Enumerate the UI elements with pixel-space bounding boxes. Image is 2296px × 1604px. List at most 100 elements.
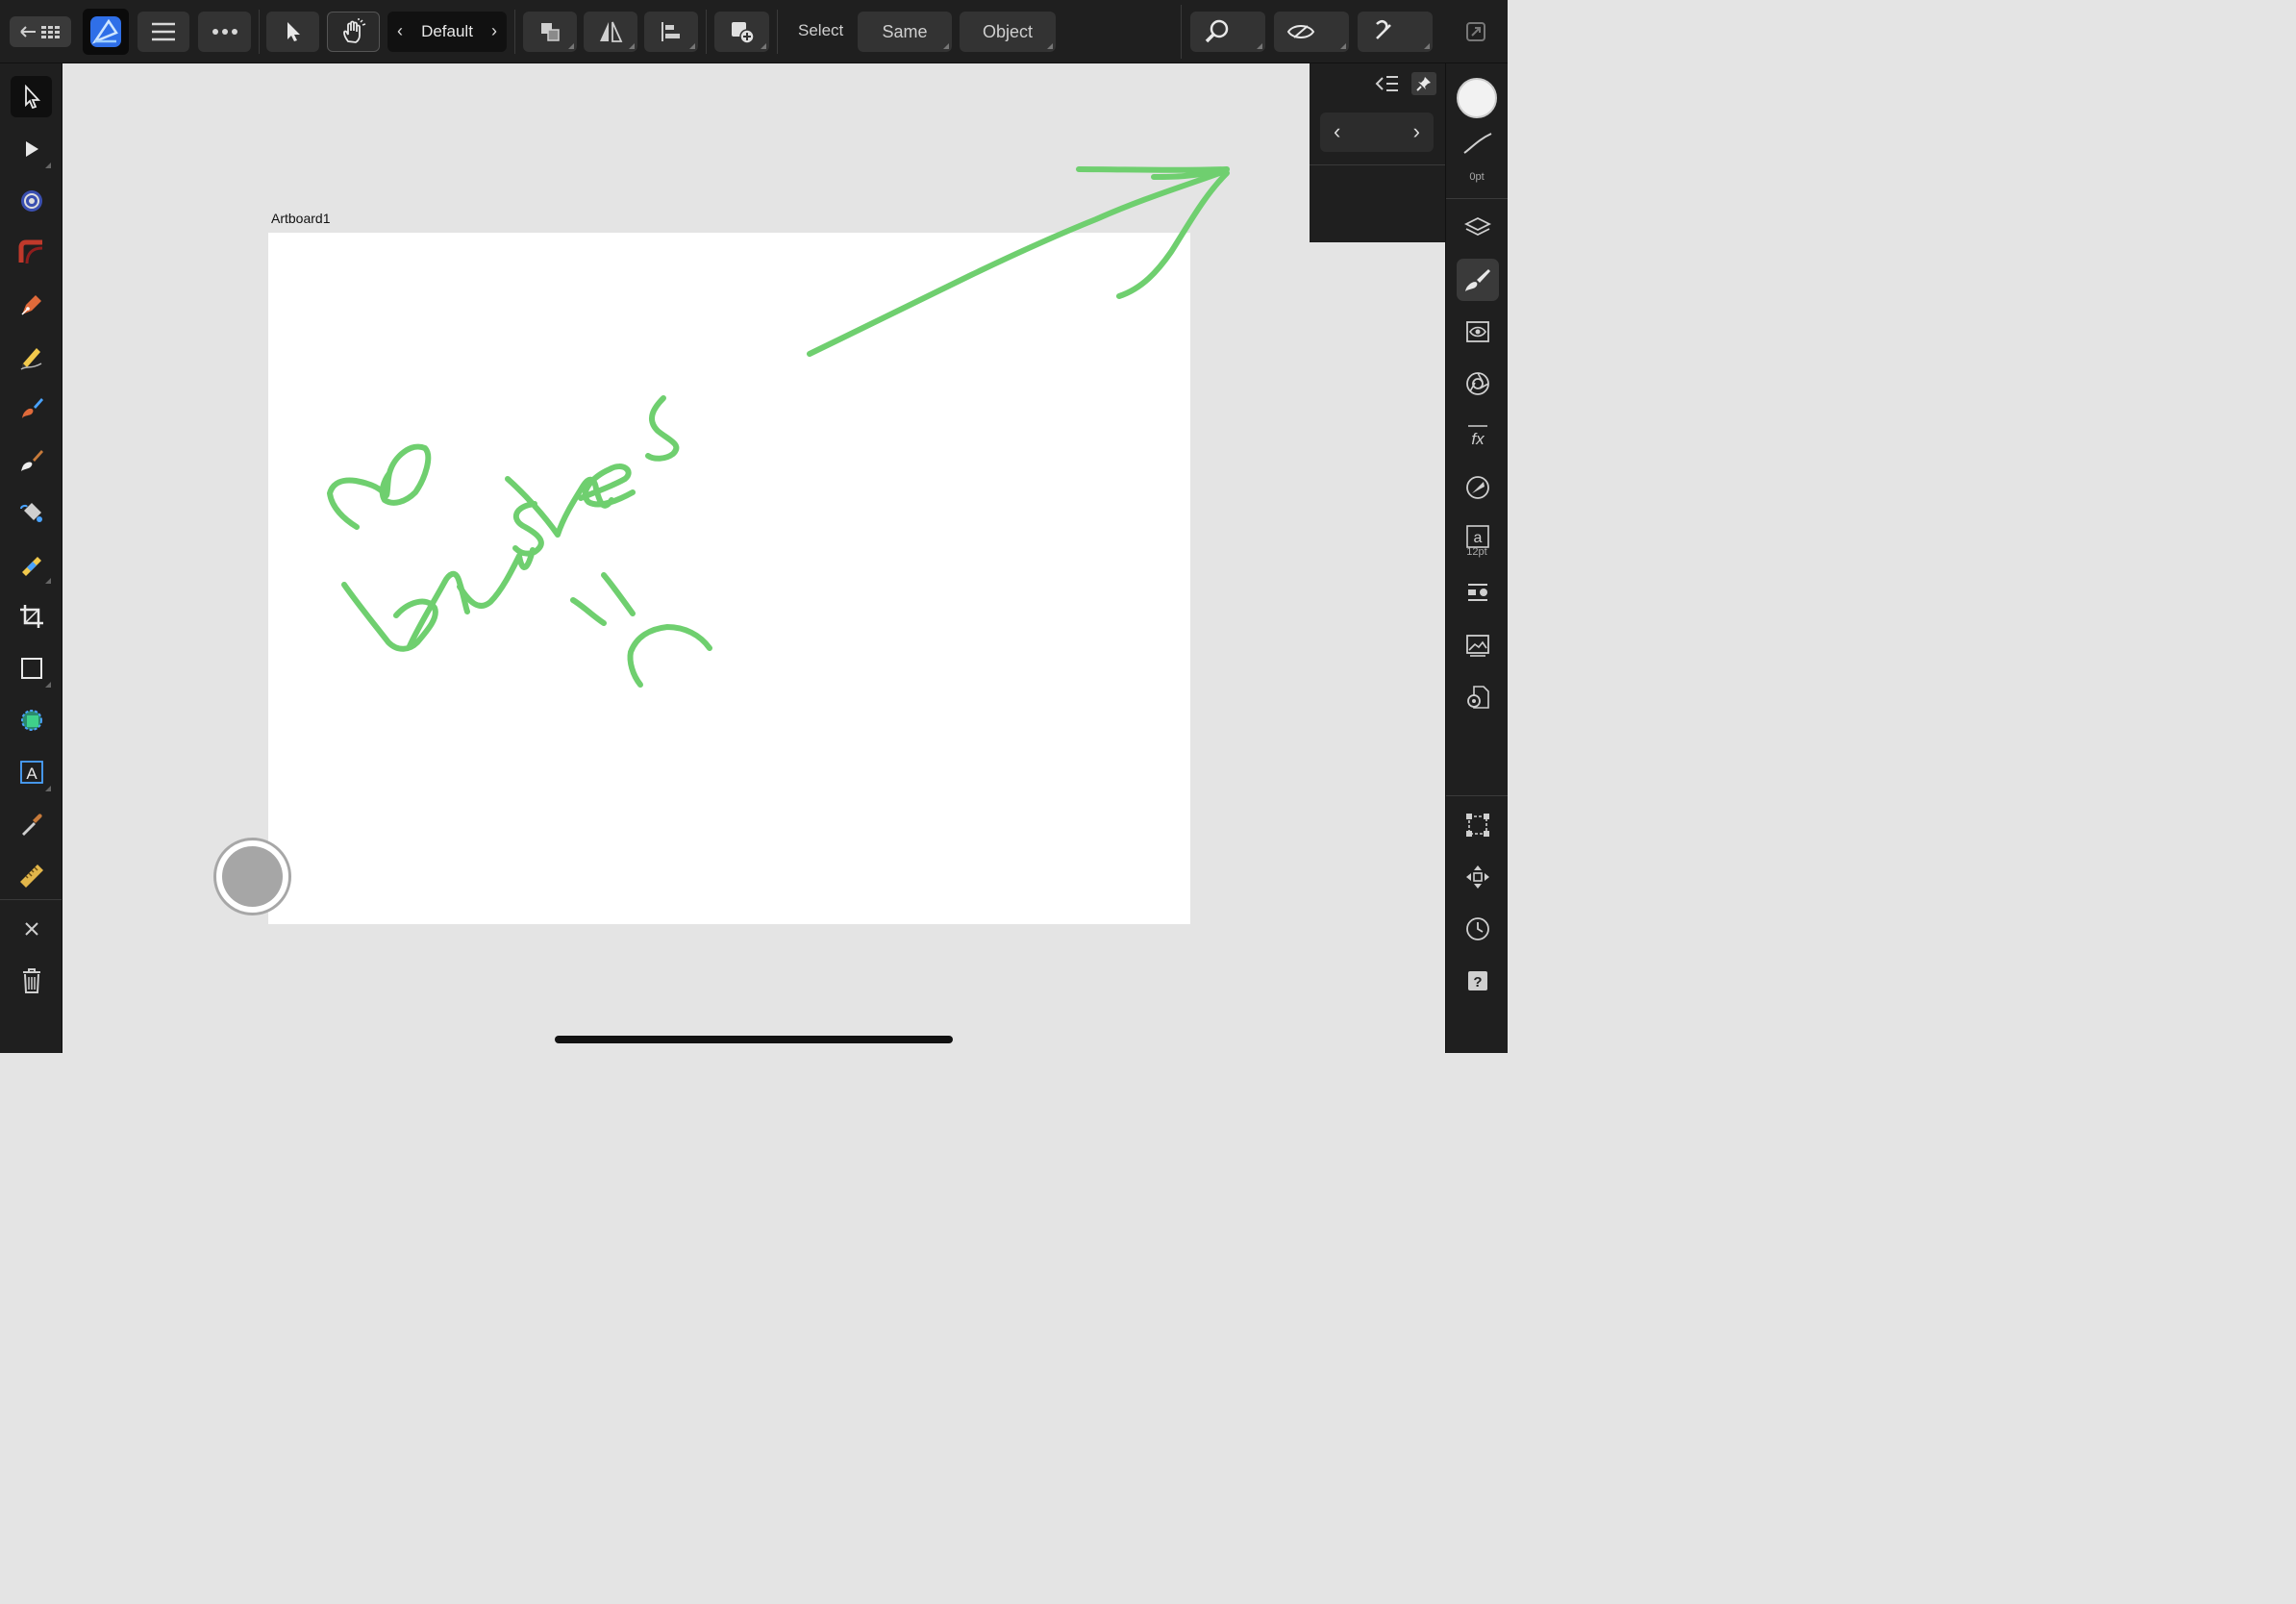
adjustments-button[interactable] (1457, 466, 1499, 509)
document-settings-button[interactable] (1457, 676, 1499, 718)
collapse-panel-button[interactable] (1375, 73, 1400, 99)
text-size-label: 12pt (1466, 546, 1487, 558)
transparency-tool[interactable] (11, 543, 52, 585)
chevron-left-icon[interactable]: ‹ (1334, 119, 1340, 144)
pencil-tool[interactable] (11, 336, 52, 377)
add-shape-icon (731, 22, 755, 44)
align-button[interactable] (644, 12, 698, 52)
fullscreen-button[interactable] (1457, 12, 1495, 52)
magnifier-icon (1205, 19, 1229, 43)
chevron-right-icon[interactable]: › (491, 21, 497, 41)
transparency-tool-icon (21, 556, 41, 576)
persona-switcher[interactable]: ‹ Default › (387, 12, 507, 52)
select-label: Select (798, 21, 844, 39)
touch-mode-button[interactable] (327, 12, 380, 52)
help-button[interactable]: ? (1457, 960, 1499, 1002)
effects-button[interactable]: fx (1457, 414, 1499, 457)
pen-tool[interactable] (11, 284, 52, 325)
rectangle-tool[interactable] (11, 647, 52, 689)
toolbar-divider (259, 10, 260, 54)
pencil-tool-icon (20, 347, 41, 370)
app-persona-button[interactable] (83, 9, 129, 55)
artboard-label: Artboard1 (271, 211, 331, 226)
arrange-button[interactable] (523, 12, 577, 52)
arrange-icon (541, 23, 560, 41)
history-icon (1466, 917, 1489, 940)
home-indicator[interactable] (555, 1036, 953, 1043)
flip-button[interactable] (584, 12, 637, 52)
select-same-label: Same (882, 21, 928, 41)
adjustments-icon (1466, 476, 1489, 499)
more-button[interactable] (198, 12, 251, 52)
pin-panel-button[interactable] (1411, 72, 1436, 95)
stylus-modifier-inner (222, 846, 283, 907)
vector-brush-icon (21, 397, 43, 418)
fill-tool[interactable] (11, 491, 52, 533)
artistic-text-tool[interactable]: A (11, 751, 52, 792)
delete-button[interactable] (11, 960, 52, 1001)
flip-horizontal-icon (600, 21, 623, 42)
pixel-brush-tool[interactable] (11, 439, 52, 481)
panel-page-nav: ‹ › (1320, 113, 1434, 152)
move-tool[interactable] (11, 76, 52, 117)
top-toolbar: ‹ Default › Select Same Object (0, 0, 1508, 63)
corner-tool[interactable] (11, 180, 52, 221)
node-tool-icon (25, 140, 38, 157)
panel-divider (1310, 164, 1445, 165)
appearance-button[interactable] (1457, 311, 1499, 353)
tools-divider (0, 899, 62, 900)
chevron-left-icon[interactable]: ‹ (397, 21, 403, 41)
text-styles-button[interactable]: a (1457, 518, 1499, 566)
vector-brush-tool[interactable] (11, 388, 52, 429)
layers-button[interactable] (1457, 207, 1499, 249)
hand-touch-icon (342, 18, 365, 43)
shape-builder-icon (20, 709, 42, 731)
effects-icon: fx (1468, 425, 1487, 448)
contour-tool[interactable] (11, 232, 52, 273)
select-object-button[interactable]: Object (960, 12, 1056, 52)
magnet-icon (1376, 19, 1391, 39)
shape-builder-tool[interactable] (11, 699, 52, 740)
select-object-label: Object (982, 21, 1034, 41)
insert-button[interactable] (714, 12, 769, 52)
stroke-button[interactable] (1457, 127, 1499, 160)
toolbar-divider (706, 10, 707, 54)
transform-icon (1466, 814, 1489, 837)
persona-label: Default (421, 22, 473, 40)
arrow-cursor-icon (287, 22, 300, 41)
stylus-modifier-button[interactable] (213, 838, 291, 915)
navigator-button[interactable] (1457, 856, 1499, 898)
crop-tool[interactable] (11, 595, 52, 637)
toolbar-divider (1181, 5, 1182, 59)
fill-color-swatch[interactable] (1457, 78, 1497, 118)
toolbar-divider (777, 10, 778, 54)
menu-button[interactable] (137, 12, 189, 52)
stock-icon (1466, 635, 1489, 657)
select-same-button[interactable]: Same (858, 12, 952, 52)
transform-button[interactable] (1457, 804, 1499, 846)
ellipsis-icon (212, 29, 237, 35)
view-mode-button[interactable] (1274, 12, 1349, 52)
select-mode-button[interactable] (266, 12, 319, 52)
stock-button[interactable] (1457, 624, 1499, 666)
artboard[interactable] (268, 233, 1190, 924)
styles-button[interactable] (1457, 363, 1499, 405)
history-button[interactable] (1457, 908, 1499, 950)
studio-panel: ‹ › (1310, 63, 1445, 242)
stroke-width-label: 0pt (1469, 171, 1485, 183)
back-to-documents-button[interactable] (10, 16, 71, 47)
symbols-button[interactable] (1457, 572, 1499, 614)
stroke-icon (1463, 133, 1492, 154)
measure-tool[interactable] (11, 855, 52, 896)
snapping-button[interactable] (1358, 12, 1433, 52)
chevron-right-icon[interactable]: › (1413, 119, 1420, 144)
layers-icon (1464, 216, 1491, 237)
eye-view-icon (1286, 25, 1315, 38)
brushes-button[interactable] (1457, 259, 1499, 301)
close-button[interactable] (11, 908, 52, 949)
align-left-icon (661, 22, 680, 41)
color-picker-tool[interactable] (11, 803, 52, 844)
view-tools-button[interactable] (1190, 12, 1265, 52)
studio-divider (1446, 198, 1508, 199)
node-tool[interactable] (11, 128, 52, 169)
